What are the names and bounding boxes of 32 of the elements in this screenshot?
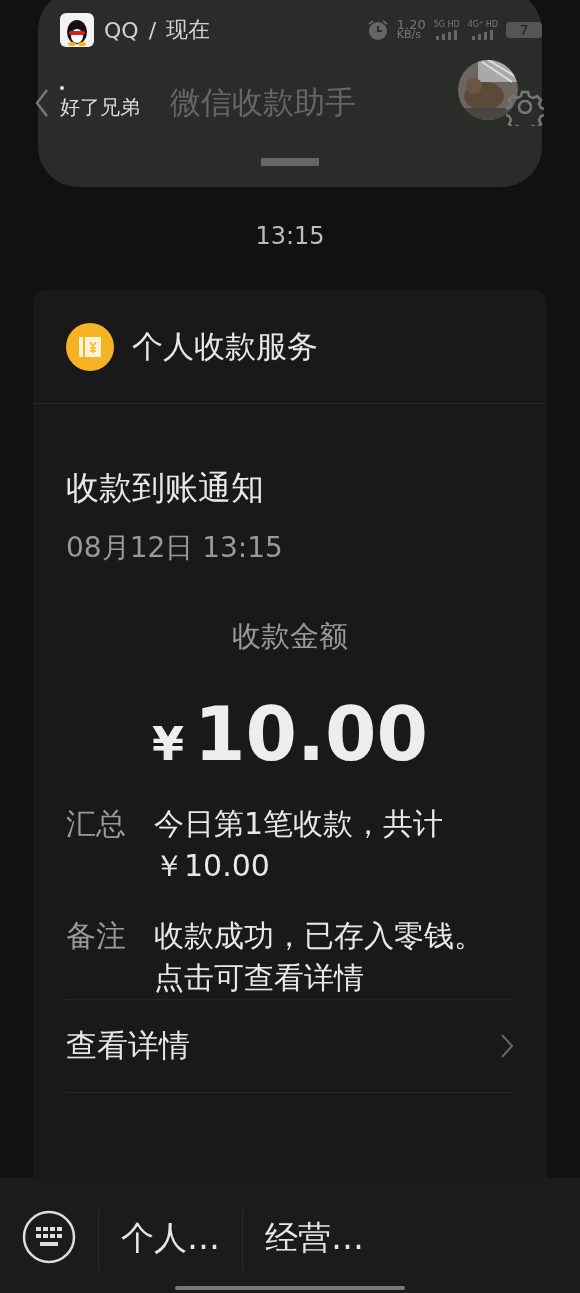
network-label: 4G⁺ HD [467,20,498,30]
notice-date: 08月12日 13:15 [66,530,283,566]
wallet-icon [66,322,114,371]
field-value: 今日第1笔收款，共计￥10.00 [154,805,445,885]
field-label: 备注 [66,917,126,955]
alarm-icon [366,19,389,41]
chat-title: 微信收款助手 [170,83,356,122]
speed-unit: KB/s [396,30,421,40]
signal-icon [469,30,496,40]
dot-icon [60,85,64,90]
settings-icon [506,88,544,126]
field-label: 汇总 [66,805,126,843]
network-label: 5G HD [433,20,460,30]
app-name: QQ [104,17,139,43]
speed-value: 1.20 [396,20,426,30]
message-time: 13:15 [255,222,325,250]
notice-title: 收款到账通知 [66,467,264,509]
notification-time: 现在 [166,16,211,44]
details-link[interactable]: 查看详情 [66,999,514,1092]
back-icon [34,88,50,118]
penguin-icon [60,13,94,47]
separator-text: / [148,17,157,43]
amount-label: 收款金额 [232,618,348,655]
menu-item[interactable]: 经营… [243,1210,386,1267]
amount-text: ¥10.00 [151,691,429,777]
menu-item[interactable]: 个人… [99,1210,242,1267]
back-label[interactable]: 好了兄弟 [60,93,140,121]
field-value: 收款成功，已存入零钱。点击可查看详情 [154,917,485,997]
chevron-right-icon [500,1033,514,1059]
drag-handle[interactable] [261,158,319,166]
service-name: 个人收款服务 [132,326,318,366]
signal-icon [433,30,460,40]
